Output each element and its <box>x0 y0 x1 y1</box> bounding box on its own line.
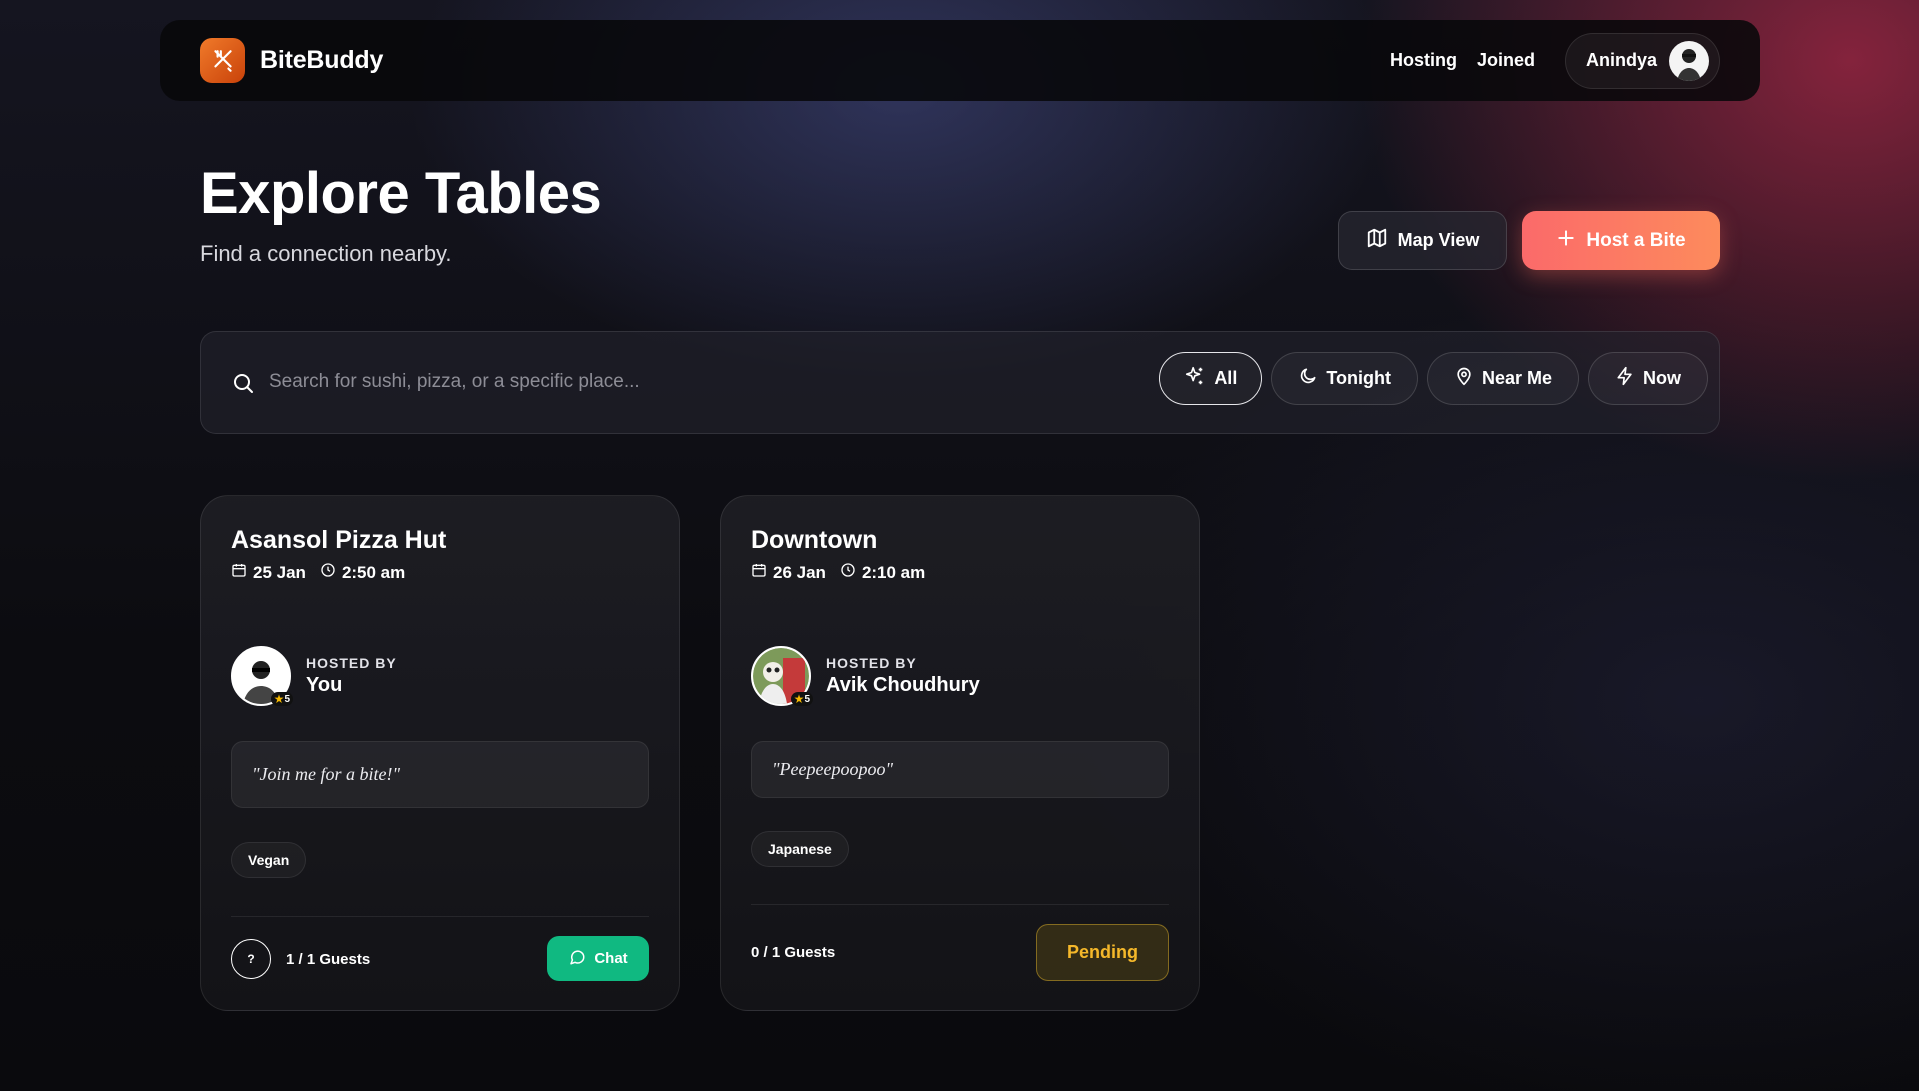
hosted-by-label: HOSTED BY <box>826 655 917 671</box>
page-title: Explore Tables <box>200 161 602 226</box>
map-view-button[interactable]: Map View <box>1338 211 1507 270</box>
filter-label: Now <box>1643 368 1681 388</box>
user-menu[interactable]: Anindya <box>1564 32 1720 89</box>
map-icon <box>1366 227 1388 254</box>
guest-count: 0 / 1 Guests <box>751 944 835 961</box>
filter-label: All <box>1214 368 1238 388</box>
filter-label: Near Me <box>1481 368 1552 388</box>
card-time: 2:10 am <box>861 562 926 582</box>
avatar <box>1669 40 1709 81</box>
cuisine-tag: Japanese <box>751 831 849 867</box>
filter-chip-tonight[interactable]: Tonight <box>1271 352 1418 405</box>
card-date: 26 Jan <box>773 562 826 582</box>
card-meta: 25 Jan 2:50 am <box>231 562 405 583</box>
brand-name[interactable]: BiteBuddy <box>260 46 383 75</box>
clock-icon <box>840 562 856 583</box>
rating-badge: ★ 5 <box>270 692 293 706</box>
card-date: 25 Jan <box>253 562 306 582</box>
table-card[interactable]: Downtown 26 Jan 2:10 am ★ 5 HOSTED BY Av… <box>720 495 1200 1011</box>
avatar[interactable]: ★ 5 <box>751 646 813 706</box>
nav-link-joined[interactable]: Joined <box>1477 50 1535 71</box>
plus-icon <box>1556 228 1576 254</box>
chat-button[interactable]: Chat <box>547 936 649 981</box>
card-quote: "Join me for a bite!" <box>231 741 649 808</box>
calendar-icon <box>231 562 247 583</box>
guests-text: 0 / 1 Guests <box>751 944 836 961</box>
host-a-bite-label: Host a Bite <box>1586 229 1686 251</box>
star-icon: ★ <box>793 692 805 706</box>
filter-chip-now[interactable]: Now <box>1588 352 1708 405</box>
pending-button[interactable]: Pending <box>1036 924 1169 981</box>
sparkles-icon <box>1184 365 1206 392</box>
card-quote: "Peepeepoopoo" <box>751 741 1169 798</box>
calendar-icon <box>751 562 767 583</box>
host-row: ★ 5 HOSTED BY You <box>231 646 397 706</box>
filter-label: Tonight <box>1326 368 1391 388</box>
top-navbar: BiteBuddy Hosting Joined Anindya <box>160 20 1760 101</box>
guest-avatar-placeholder: ? <box>231 939 271 979</box>
cuisine-tag: Vegan <box>231 842 307 878</box>
moon-icon <box>1298 366 1318 391</box>
bolt-icon <box>1615 366 1635 391</box>
user-name: Anindya <box>1585 50 1657 70</box>
card-divider <box>231 916 649 917</box>
chat-label: Chat <box>594 950 628 967</box>
guest-count: ? 1 / 1 Guests <box>231 939 370 979</box>
host-a-bite-button[interactable]: Host a Bite <box>1522 211 1720 270</box>
page-subtitle: Find a connection nearby. <box>200 241 452 266</box>
search-icon <box>231 371 255 400</box>
filter-chip-all[interactable]: All <box>1159 352 1263 405</box>
host-name: You <box>306 674 343 696</box>
map-pin-icon <box>1454 366 1474 391</box>
guests-text: 1 / 1 Guests <box>286 950 371 968</box>
map-view-label: Map View <box>1397 230 1480 250</box>
card-title: Downtown <box>751 526 878 554</box>
nav-link-hosting[interactable]: Hosting <box>1390 50 1457 71</box>
card-time: 2:50 am <box>341 562 406 582</box>
search-input[interactable] <box>269 362 869 402</box>
host-name: Avik Choudhury <box>826 674 980 696</box>
star-icon: ★ <box>273 692 285 706</box>
rating-value: 5 <box>804 693 810 705</box>
table-card[interactable]: Asansol Pizza Hut 25 Jan 2:50 am ★ 5 HOS… <box>200 495 680 1011</box>
clock-icon <box>320 562 336 583</box>
card-meta: 26 Jan 2:10 am <box>751 562 925 583</box>
logo-icon[interactable] <box>200 38 245 83</box>
hosted-by-label: HOSTED BY <box>306 655 397 671</box>
filter-chip-near-me[interactable]: Near Me <box>1426 352 1579 405</box>
avatar[interactable]: ★ 5 <box>231 646 293 706</box>
card-title: Asansol Pizza Hut <box>231 526 447 554</box>
search-panel: All Tonight Near Me Now <box>200 331 1720 434</box>
rating-badge: ★ 5 <box>790 692 813 706</box>
chat-icon <box>568 948 586 970</box>
rating-value: 5 <box>284 693 290 705</box>
card-divider <box>751 904 1169 905</box>
host-row: ★ 5 HOSTED BY Avik Choudhury <box>751 646 980 706</box>
